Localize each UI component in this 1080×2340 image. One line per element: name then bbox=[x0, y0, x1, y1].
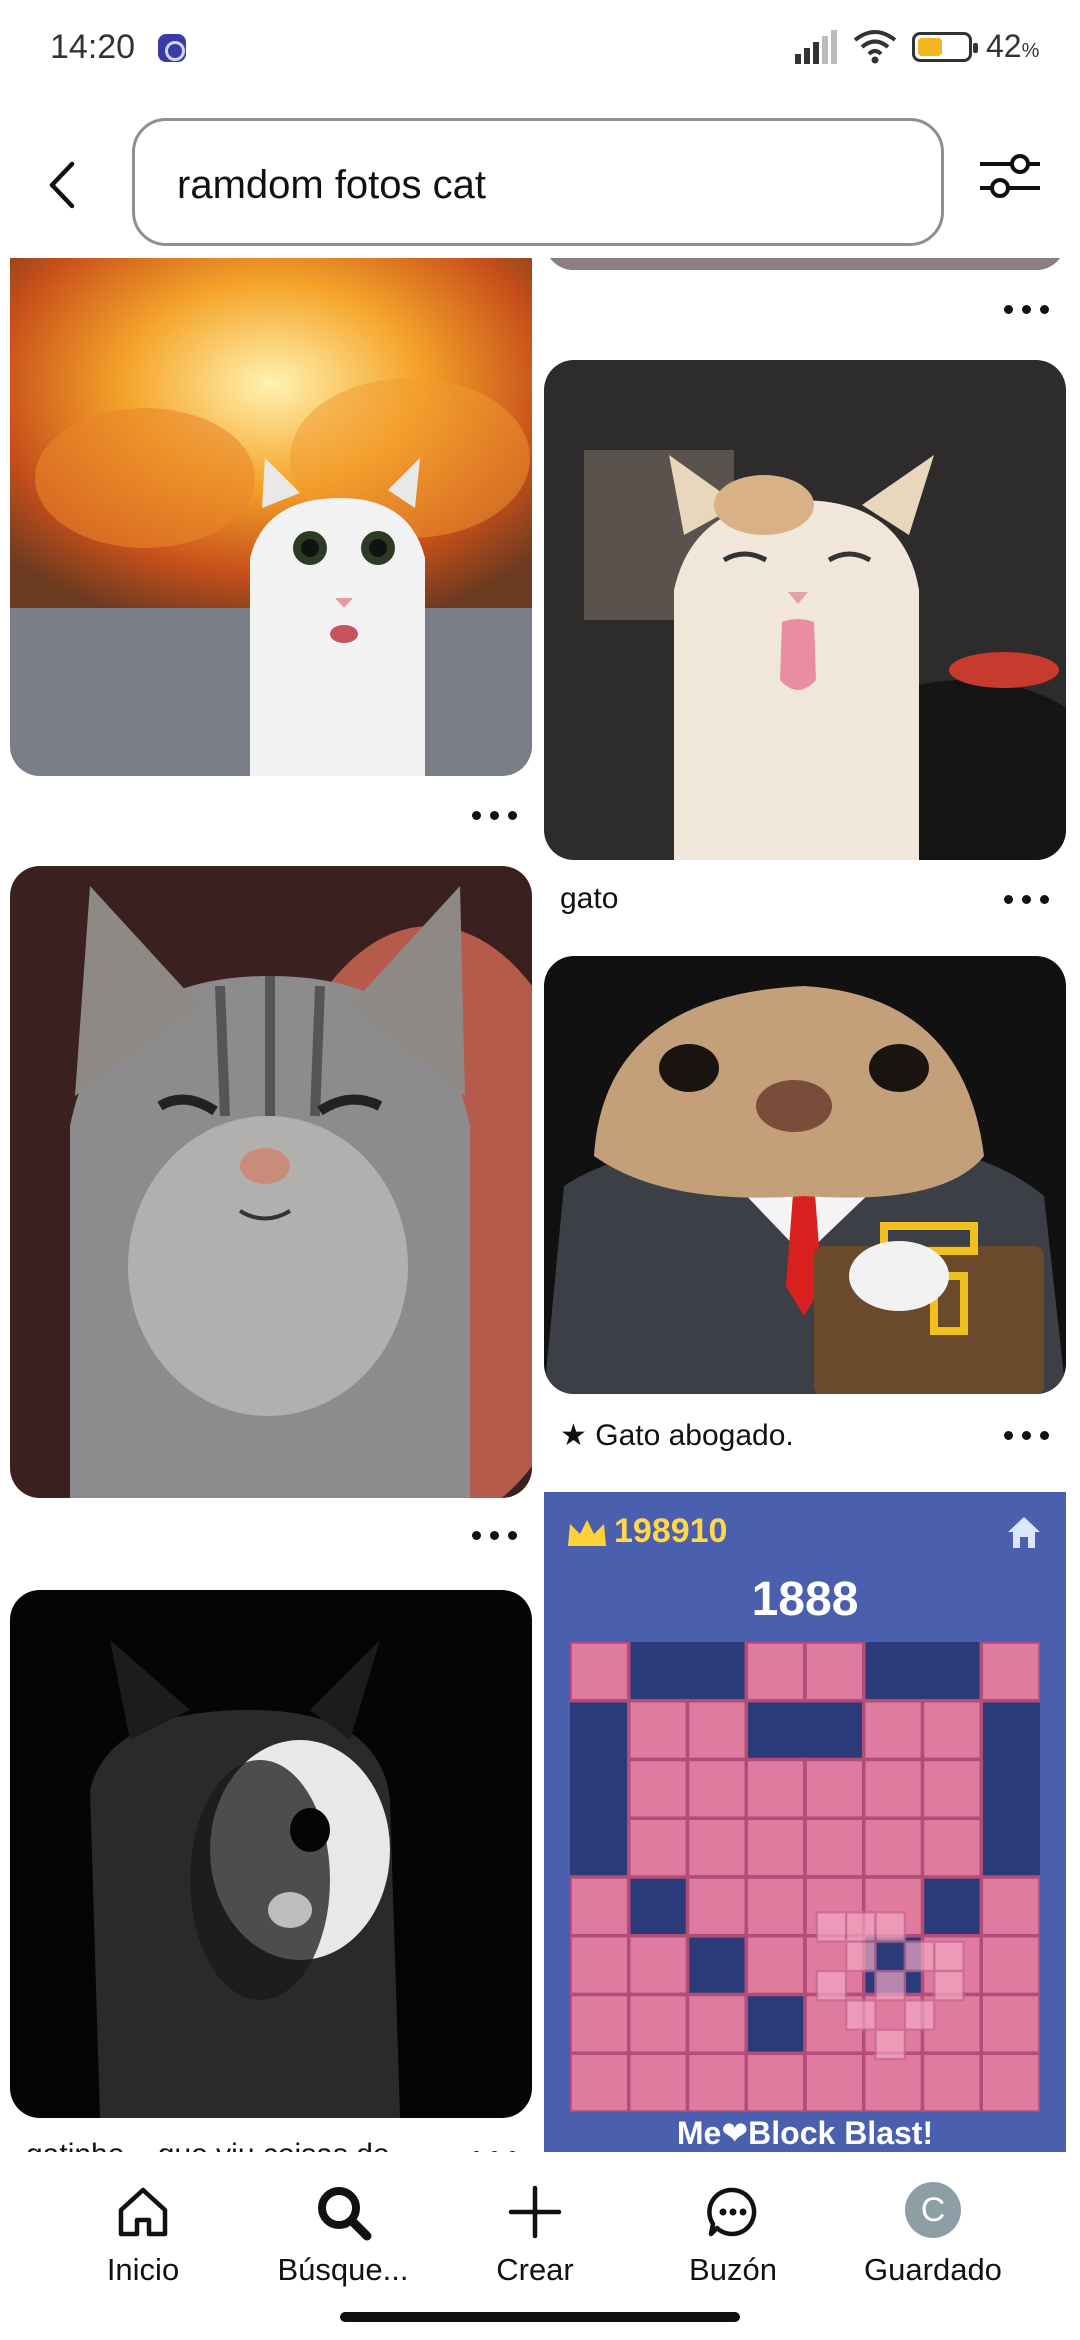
nav-inbox-label: Buzón bbox=[689, 2252, 777, 2287]
search-icon bbox=[318, 2187, 372, 2241]
chat-icon bbox=[707, 2187, 757, 2237]
more-options-icon[interactable] bbox=[1002, 890, 1052, 910]
pin-partial-top[interactable] bbox=[544, 258, 1066, 270]
pin-title: ★ Gato abogado. bbox=[560, 1419, 794, 1452]
notification-app-icon bbox=[158, 34, 186, 62]
nav-create[interactable]: Crear bbox=[440, 2182, 630, 2312]
search-input[interactable]: ramdom fotos cat bbox=[132, 118, 944, 246]
ad-footer-text: Me❤Block Blast! bbox=[676, 2115, 934, 2151]
back-arrow-icon[interactable] bbox=[30, 150, 100, 220]
ad-score: 198910 bbox=[614, 1512, 728, 1550]
filter-sliders-icon[interactable] bbox=[974, 140, 1046, 212]
game-board bbox=[570, 1642, 1040, 2112]
nav-create-label: Crear bbox=[496, 2252, 574, 2287]
wifi-icon bbox=[853, 30, 897, 64]
status-time: 14:20 bbox=[50, 28, 136, 66]
pin-image[interactable] bbox=[10, 1590, 532, 2118]
more-options-icon[interactable] bbox=[470, 1526, 520, 1546]
more-options-icon[interactable] bbox=[470, 806, 520, 826]
status-bar: 14:20 42% bbox=[0, 0, 1080, 100]
nav-home[interactable]: Inicio bbox=[48, 2182, 238, 2312]
pin-image[interactable] bbox=[10, 866, 532, 1498]
pin-image[interactable] bbox=[544, 360, 1066, 860]
battery-icon bbox=[912, 32, 978, 62]
nav-inbox[interactable]: Buzón bbox=[638, 2182, 828, 2312]
plus-icon bbox=[508, 2185, 562, 2239]
pin-title: gato bbox=[560, 882, 619, 915]
pin-image[interactable] bbox=[544, 956, 1066, 1394]
pin-feed[interactable]: gato ★ Gato abogado. 198910 1888 Me❤Bloc… bbox=[0, 258, 1080, 2152]
nav-search-label: Búsque... bbox=[277, 2252, 409, 2287]
ad-banner[interactable]: 198910 1888 Me❤Block Blast! bbox=[544, 1492, 1066, 2152]
nav-saved[interactable]: C Guardado bbox=[838, 2182, 1028, 2312]
nav-home-label: Inicio bbox=[106, 2252, 180, 2287]
nav-saved-label: Guardado bbox=[864, 2252, 1002, 2287]
signal-icon bbox=[795, 30, 837, 64]
more-options-icon[interactable] bbox=[1002, 1426, 1052, 1446]
ad-big-number: 1888 bbox=[751, 1573, 859, 1626]
battery-level: 42% bbox=[986, 28, 1040, 64]
nav-search[interactable]: Búsque... bbox=[248, 2182, 438, 2312]
search-query-text: ramdom fotos cat bbox=[177, 163, 487, 207]
crown-icon bbox=[568, 1520, 606, 1546]
more-options-icon[interactable] bbox=[1002, 300, 1052, 320]
home-icon bbox=[1008, 1517, 1040, 1548]
home-indicator[interactable] bbox=[340, 2312, 740, 2322]
avatar: C bbox=[905, 2182, 961, 2238]
pin-image[interactable] bbox=[10, 258, 532, 776]
home-icon bbox=[118, 2187, 168, 2237]
pin-title: gatinho... que viu coisas de... bbox=[26, 2138, 466, 2152]
